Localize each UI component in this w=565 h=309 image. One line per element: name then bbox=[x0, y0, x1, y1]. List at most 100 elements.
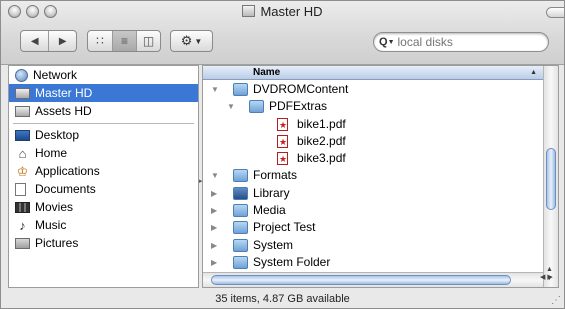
view-mode-control: ∷ ≡ ◫ bbox=[87, 30, 161, 52]
sidebar-item-label: Home bbox=[35, 146, 68, 160]
disclosure-collapsed-icon[interactable]: ▶ bbox=[211, 237, 217, 254]
list-row[interactable]: ▼ DVDROMContent bbox=[203, 81, 543, 98]
action-menu-button[interactable]: ⚙ ▼ bbox=[170, 30, 213, 52]
back-arrow-icon[interactable]: ◀ bbox=[21, 31, 48, 51]
pdf-file-icon bbox=[277, 134, 288, 151]
list-row[interactable]: ▼ PDFExtras bbox=[203, 98, 543, 115]
file-name: Media bbox=[253, 203, 286, 218]
pdf-file-icon bbox=[277, 117, 288, 134]
sidebar-item-documents[interactable]: Documents bbox=[9, 180, 198, 198]
vertical-scrollbar[interactable]: ▲ ▼ bbox=[543, 66, 558, 287]
sidebar-item-label: Applications bbox=[35, 164, 100, 178]
icon-view-button[interactable]: ∷ bbox=[88, 31, 112, 51]
search-field[interactable]: Q ▼ bbox=[373, 32, 549, 52]
disclosure-collapsed-icon[interactable]: ▶ bbox=[211, 185, 217, 202]
globe-icon bbox=[15, 68, 28, 82]
sidebar-item-label: Movies bbox=[35, 200, 74, 214]
sidebar-item-pictures[interactable]: Pictures bbox=[9, 234, 198, 252]
file-name: bike2.pdf bbox=[297, 133, 346, 148]
sidebar-divider bbox=[13, 123, 194, 124]
disclosure-expanded-icon[interactable]: ▼ bbox=[211, 81, 219, 98]
folder-icon bbox=[233, 221, 248, 235]
file-name: bike1.pdf bbox=[297, 116, 346, 131]
file-name: Formats bbox=[253, 168, 298, 183]
window-title-text: Master HD bbox=[260, 4, 323, 19]
back-forward-control: ◀ ▶ bbox=[20, 30, 77, 52]
chevron-down-icon: ▼ bbox=[194, 36, 203, 46]
finder-window: Master HD ◀ ▶ ∷ ≡ ◫ ⚙▼ Q▼ NetworkMaster … bbox=[0, 0, 565, 309]
pictures-icon bbox=[15, 237, 30, 249]
sidebar-item-network[interactable]: Network bbox=[9, 66, 198, 84]
file-name: Library bbox=[253, 185, 290, 200]
folder-icon bbox=[233, 238, 248, 252]
folder-icon bbox=[233, 169, 248, 183]
sidebar: Network Master HD Assets HD Desktop ⌂ Home ♔ A… bbox=[8, 65, 199, 288]
folder-icon bbox=[233, 83, 248, 96]
hard-disk-icon bbox=[242, 5, 256, 17]
sidebar-item-label: Desktop bbox=[35, 128, 80, 142]
file-name: System Folder bbox=[253, 254, 331, 269]
forward-arrow-icon[interactable]: ▶ bbox=[48, 31, 76, 51]
sidebar-item-label: Music bbox=[35, 218, 67, 232]
sort-ascending-icon: ▲ bbox=[530, 69, 537, 76]
list-row[interactable]: ▶ System bbox=[203, 237, 543, 254]
file-name: bike3.pdf bbox=[297, 151, 346, 166]
horizontal-scroll-arrows[interactable]: ◀ ▶ bbox=[540, 273, 558, 281]
search-input[interactable] bbox=[397, 35, 538, 49]
column-header-label: Name bbox=[253, 67, 281, 78]
file-name: DVDROMContent bbox=[253, 82, 349, 96]
disclosure-collapsed-icon[interactable]: ▶ bbox=[211, 202, 217, 219]
disclosure-expanded-icon[interactable]: ▼ bbox=[211, 167, 219, 184]
list-row[interactable]: ▶ Library bbox=[203, 185, 543, 202]
desktop-icon bbox=[15, 129, 30, 141]
applications-icon: ♔ bbox=[16, 163, 29, 179]
folder-icon bbox=[233, 186, 248, 200]
sidebar-item-label: Pictures bbox=[35, 236, 79, 250]
file-name: System bbox=[253, 237, 294, 252]
sidebar-item-master-hd[interactable]: Master HD bbox=[9, 84, 198, 102]
sidebar-item-home[interactable]: ⌂ Home bbox=[9, 144, 198, 162]
horizontal-scroll-thumb[interactable] bbox=[211, 275, 511, 285]
toolbar-toggle-button[interactable] bbox=[546, 7, 564, 18]
home-icon: ⌂ bbox=[18, 145, 27, 161]
vertical-scroll-thumb[interactable] bbox=[546, 148, 556, 210]
gear-icon: ⚙ bbox=[180, 33, 193, 48]
disclosure-expanded-icon[interactable]: ▼ bbox=[227, 98, 235, 115]
chevron-down-icon: ▼ bbox=[387, 38, 395, 46]
disclosure-collapsed-icon[interactable]: ▶ bbox=[211, 254, 217, 271]
sidebar-item-assets-hd[interactable]: Assets HD bbox=[9, 102, 198, 120]
file-list: Name ▲ ▼ DVDROMContent ▼ PDFExtras bike1.pdf… bbox=[202, 65, 559, 288]
hard-disk-icon bbox=[15, 87, 30, 99]
music-icon: ♪ bbox=[19, 217, 26, 233]
list-row[interactable]: ▼ Formats bbox=[203, 167, 543, 184]
name-column-header[interactable]: Name ▲ bbox=[203, 66, 543, 80]
list-row[interactable]: ▶ Project Test bbox=[203, 219, 543, 236]
sidebar-item-movies[interactable]: Movies bbox=[9, 198, 198, 216]
sidebar-item-label: Documents bbox=[35, 182, 96, 196]
folder-icon bbox=[233, 204, 248, 218]
sidebar-item-label: Network bbox=[33, 68, 78, 82]
hard-disk-icon bbox=[15, 105, 30, 117]
sidebar-item-desktop[interactable]: Desktop bbox=[9, 126, 198, 144]
sidebar-item-label: Assets HD bbox=[35, 104, 92, 118]
status-bar: 35 items, 4.87 GB available bbox=[215, 293, 350, 305]
window-title: Master HD bbox=[1, 4, 564, 19]
file-name: PDFExtras bbox=[269, 99, 328, 114]
list-row[interactable]: bike3.pdf bbox=[203, 150, 543, 168]
list-view-button[interactable]: ≡ bbox=[112, 31, 136, 51]
horizontal-scrollbar[interactable] bbox=[203, 272, 543, 287]
list-row[interactable]: ▶ System Folder bbox=[203, 254, 543, 271]
disclosure-collapsed-icon[interactable]: ▶ bbox=[211, 219, 217, 236]
folder-icon bbox=[249, 100, 264, 114]
pdf-file-icon bbox=[277, 151, 288, 168]
sidebar-item-music[interactable]: ♪ Music bbox=[9, 216, 198, 234]
title-toolbar: Master HD ◀ ▶ ∷ ≡ ◫ ⚙ ▼ Q ▼ bbox=[1, 1, 564, 65]
column-view-button[interactable]: ◫ bbox=[136, 31, 160, 51]
resize-grip-icon[interactable]: ⋰ bbox=[551, 295, 561, 306]
folder-icon bbox=[233, 255, 248, 269]
list-row[interactable]: bike2.pdf bbox=[203, 133, 543, 151]
list-row[interactable]: ▶ Media bbox=[203, 202, 543, 219]
list-row[interactable]: bike1.pdf bbox=[203, 116, 543, 134]
search-icon: Q bbox=[379, 36, 388, 48]
sidebar-item-applications[interactable]: ♔ Applications bbox=[9, 162, 198, 180]
